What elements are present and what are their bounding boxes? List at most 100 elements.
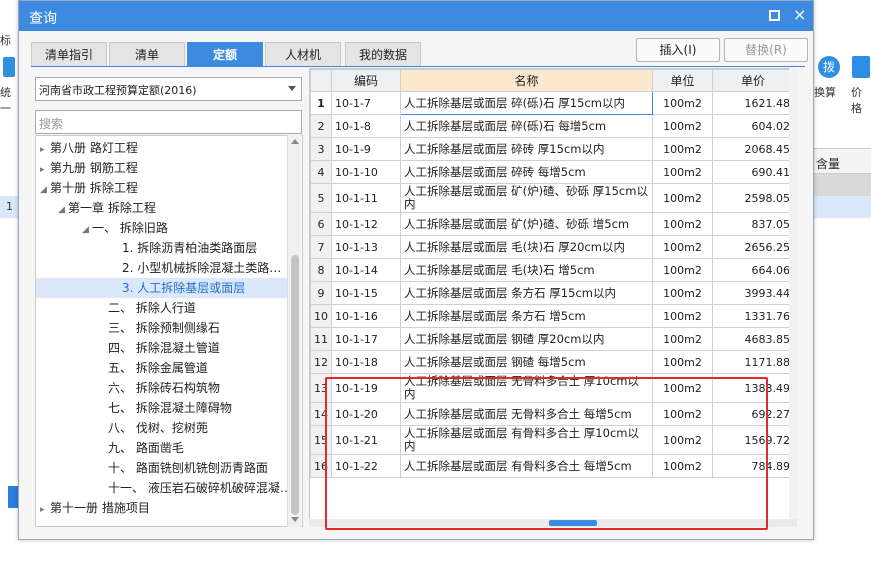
code-cell: 10-1-15	[331, 281, 401, 305]
price-cell: 604.02	[712, 114, 794, 138]
code-cell: 10-1-17	[331, 327, 401, 351]
tree-node-label: 3. 人工拆除基层或面层	[122, 281, 246, 295]
tree-toggle-icon[interactable]: ▸	[40, 140, 50, 160]
tab-bill[interactable]: 清单	[109, 42, 185, 67]
row-number: 6	[310, 212, 332, 236]
dialog-title: 查询	[29, 11, 57, 27]
table-row[interactable]: 8 10-1-14 人工拆除基层或面层 毛(块)石 增5cm 100m2 664.06	[310, 258, 794, 282]
table-row[interactable]: 11 10-1-17 人工拆除基层或面层 钢碴 厚20cm以内 100m2 4683.8…	[310, 327, 794, 351]
price-cell: 4683.85	[712, 327, 794, 351]
unit-cell: 100m2	[652, 114, 713, 138]
name-cell: 人工拆除基层或面层 碎(砾)石 每增5cm	[400, 114, 653, 138]
tree-node[interactable]: 五、 拆除金属管道	[36, 358, 208, 378]
tab-bill-guide[interactable]: 清单指引	[31, 42, 107, 67]
table-row[interactable]: 5 10-1-11 人工拆除基层或面层 矿(炉)碴、砂砾 厚15cm以内 100m2 2…	[310, 183, 794, 213]
tree-node[interactable]: ◢ 第一章 拆除工程	[36, 198, 156, 218]
scroll-up-icon[interactable]	[291, 139, 299, 144]
unit-cell: 100m2	[652, 183, 713, 213]
unit-cell: 100m2	[652, 327, 713, 351]
tree-node[interactable]: 四、 拆除混凝土管道	[36, 338, 220, 358]
tree-node-label: 七、 拆除混凝土障碍物	[108, 401, 232, 415]
tree-node-label: 四、 拆除混凝土管道	[108, 341, 220, 355]
name-cell: 人工拆除基层或面层 钢碴 厚20cm以内	[400, 327, 653, 351]
tree-node-label: 十一、 液压岩石破碎机破碎混凝…	[108, 481, 292, 495]
insert-button[interactable]: 插入(I)	[636, 38, 720, 62]
price-cell: 2598.05	[712, 183, 794, 213]
unit-cell: 100m2	[652, 160, 713, 184]
row-number: 1	[310, 91, 332, 115]
price-cell: 1331.76	[712, 304, 794, 328]
tree-node[interactable]: 1. 拆除沥青柏油类路面层	[36, 238, 257, 258]
code-cell: 10-1-16	[331, 304, 401, 328]
search-input[interactable]: 搜索	[35, 110, 302, 134]
row-number: 7	[310, 235, 332, 259]
unit-cell: 100m2	[652, 258, 713, 282]
unit-cell: 100m2	[652, 235, 713, 259]
bg-gray-row	[814, 174, 871, 196]
tree-node[interactable]: 三、 拆除预制侧缘石	[36, 318, 220, 338]
table-row[interactable]: 1 10-1-7 人工拆除基层或面层 碎(砾)石 厚15cm以内 100m2 1621.…	[310, 91, 794, 115]
replace-button[interactable]: 替换(R)	[724, 38, 808, 62]
header-name[interactable]: 名称	[400, 69, 653, 92]
table-row[interactable]: 9 10-1-15 人工拆除基层或面层 条方石 厚15cm以内 100m2 3993.4…	[310, 281, 794, 305]
table-row[interactable]: 2 10-1-8 人工拆除基层或面层 碎(砾)石 每增5cm 100m2 604.02	[310, 114, 794, 138]
table-row[interactable]: 7 10-1-13 人工拆除基层或面层 毛(块)石 厚20cm以内 100m2 2656…	[310, 235, 794, 259]
tree-node[interactable]: 七、 拆除混凝土障碍物	[36, 398, 232, 418]
tree-toggle-icon[interactable]: ◢	[82, 220, 92, 240]
table-row[interactable]: 10 10-1-16 人工拆除基层或面层 条方石 增5cm 100m2 1331.76	[310, 304, 794, 328]
row-number: 4	[310, 160, 332, 184]
tree-node-label: 2. 小型机械拆除混凝土类路…	[122, 261, 282, 275]
tree-toggle-icon[interactable]: ◢	[58, 200, 68, 220]
scroll-thumb[interactable]	[291, 255, 299, 515]
unit-cell: 100m2	[652, 91, 713, 115]
tree-node[interactable]: ▸ 第九册 钢筋工程	[36, 158, 138, 178]
tree-node[interactable]: ◢ 一、 拆除旧路	[36, 218, 168, 238]
tree-scrollbar[interactable]	[287, 135, 301, 527]
tab-my-data[interactable]: 我的数据	[345, 42, 421, 67]
tree-node[interactable]: 十、 路面铣刨机铣刨沥青路面	[36, 458, 268, 478]
header-price[interactable]: 单价	[712, 69, 794, 92]
price-cell: 664.06	[712, 258, 794, 282]
tree-node[interactable]: 十一、 液压岩石破碎机破碎混凝…	[36, 478, 292, 498]
tree-node[interactable]: ◢ 第十册 拆除工程	[36, 178, 138, 198]
code-cell: 10-1-7	[331, 91, 401, 115]
tree-node[interactable]: ▸ 第八册 路灯工程	[36, 138, 138, 158]
code-cell: 10-1-9	[331, 137, 401, 161]
bg-convert-icon: 拨	[818, 56, 840, 78]
scroll-down-icon[interactable]	[291, 517, 299, 522]
tree-node-label: 五、 拆除金属管道	[108, 361, 208, 375]
name-cell: 人工拆除基层或面层 碎(砾)石 厚15cm以内	[400, 91, 653, 115]
region-select[interactable]: 河南省市政工程预算定额(2016)	[35, 77, 302, 101]
price-cell: 837.05	[712, 212, 794, 236]
table-row[interactable]: 3 10-1-9 人工拆除基层或面层 碎砖 厚15cm以内 100m2 2068.45	[310, 137, 794, 161]
tab-labor-material[interactable]: 人材机	[265, 42, 341, 67]
header-code[interactable]: 编码	[331, 69, 401, 92]
header-unit[interactable]: 单位	[652, 69, 713, 92]
table-row[interactable]: 6 10-1-12 人工拆除基层或面层 矿(炉)碴、砂砾 增5cm 100m2 837.…	[310, 212, 794, 236]
tree-toggle-icon[interactable]: ▸	[40, 160, 50, 180]
price-cell: 2068.45	[712, 137, 794, 161]
tree-node-label: 第十一册 措施项目	[50, 501, 150, 515]
tree-node[interactable]: 六、 拆除砖石构筑物	[36, 378, 220, 398]
header-rownum	[310, 69, 332, 92]
name-cell: 人工拆除基层或面层 矿(炉)碴、砂砾 厚15cm以内	[400, 183, 653, 213]
tree-toggle-icon[interactable]: ◢	[40, 180, 50, 200]
tree-node-label: 六、 拆除砖石构筑物	[108, 381, 220, 395]
tree-node[interactable]: 八、 伐树、挖树蔸	[36, 418, 208, 438]
tree-toggle-icon[interactable]: ▸	[40, 500, 50, 520]
close-icon[interactable]: ×	[793, 5, 806, 25]
code-cell: 10-1-13	[331, 235, 401, 259]
tree-node[interactable]: 九、 路面凿毛	[36, 438, 184, 458]
tree-node[interactable]: ▸ 第十一册 措施项目	[36, 498, 150, 518]
name-cell: 人工拆除基层或面层 条方石 增5cm	[400, 304, 653, 328]
tab-quota[interactable]: 定额	[187, 42, 263, 67]
tree-node[interactable]: 二、 拆除人行道	[36, 298, 196, 318]
table-row[interactable]: 12 10-1-18 人工拆除基层或面层 钢碴 每增5cm 100m2 1171.88	[310, 350, 794, 374]
table-row[interactable]: 4 10-1-10 人工拆除基层或面层 碎砖 每增5cm 100m2 690.41	[310, 160, 794, 184]
bg-selected-row	[814, 196, 871, 218]
tree-node[interactable]: 3. 人工拆除基层或面层	[36, 278, 288, 298]
grid-vertical-scrollbar[interactable]	[789, 68, 797, 519]
tree-node[interactable]: 2. 小型机械拆除混凝土类路…	[36, 258, 281, 278]
maximize-icon[interactable]	[769, 10, 780, 21]
highlight-annotation	[325, 377, 768, 530]
